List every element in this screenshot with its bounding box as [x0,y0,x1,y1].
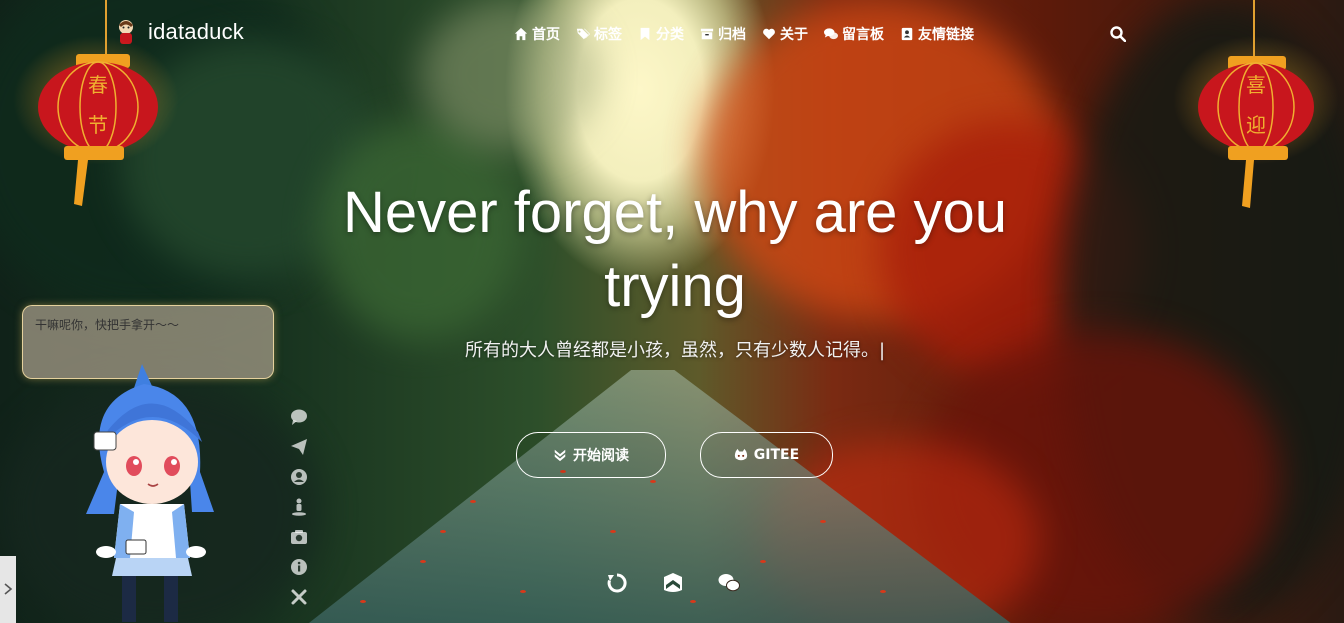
nav-about-label: 关于 [780,27,808,43]
wechat-icon[interactable] [718,572,740,594]
user-circle-icon[interactable] [290,468,308,486]
hero-title: Never forget, why are you trying [342,180,1008,319]
main-nav: 首页 标签 分类 归档 关于 留言板 友情链接 [514,24,990,44]
side-drawer-toggle[interactable] [0,556,16,623]
lantern-right: 喜 迎 [1166,0,1344,214]
comments-icon [824,28,838,40]
tags-icon [576,28,590,40]
live2d-character[interactable] [64,362,234,622]
search-icon[interactable] [1110,26,1126,42]
close-icon[interactable] [290,588,308,606]
live2d-message-text: 干嘛呢你，快把手拿开～～ [35,318,180,332]
lantern-left: 春 节 [6,0,186,214]
archive-icon [700,28,714,40]
chevron-right-icon [4,583,13,595]
nav-home-label: 首页 [532,27,560,43]
nav-tags-label: 标签 [594,27,622,43]
bookmark-icon [640,27,650,41]
nav-guestbook-label: 留言板 [842,27,884,43]
nav-archive[interactable]: 归档 [700,24,746,44]
lantern-left-char-2: 节 [88,113,108,137]
camera-icon[interactable] [290,528,308,546]
gitee-button[interactable]: GITEE [700,432,833,478]
chevron-double-down-icon [554,449,566,462]
nav-categories-label: 分类 [656,27,684,43]
home-icon [514,27,528,41]
nav-about[interactable]: 关于 [762,24,808,44]
refresh-icon[interactable] [606,572,628,594]
site-title: idataduck [148,19,244,44]
live2d-toolbar [290,408,310,618]
address-book-icon [901,27,913,41]
nav-friend-links[interactable]: 友情链接 [900,24,974,44]
start-reading-button[interactable]: 开始阅读 [516,432,666,478]
street-view-icon[interactable] [290,498,308,516]
nav-friend-links-label: 友情链接 [918,27,974,43]
nav-archive-label: 归档 [718,27,746,43]
hero-subtitle: 所有的大人曾经都是小孩，虽然，只有少数人记得。| [464,340,886,361]
comment-icon[interactable] [290,408,308,426]
heart-icon [763,28,775,40]
nav-home[interactable]: 首页 [514,24,560,44]
paper-plane-icon[interactable] [290,438,308,456]
info-circle-icon[interactable] [290,558,308,576]
social-links [606,572,740,594]
gitee-label: GITEE [753,447,800,463]
nav-tags[interactable]: 标签 [576,24,622,44]
nav-guestbook[interactable]: 留言板 [824,24,884,44]
lantern-left-char-1: 春 [88,73,108,97]
github-alt-icon [734,448,747,461]
nav-categories[interactable]: 分类 [638,24,684,44]
lantern-right-char-2: 迎 [1246,113,1266,137]
lantern-right-char-1: 喜 [1246,73,1266,97]
shield-icon[interactable] [662,572,684,594]
start-reading-label: 开始阅读 [573,448,629,464]
lantern-left-icon: 春 节 [38,0,158,206]
lantern-right-icon: 喜 迎 [1198,0,1314,208]
